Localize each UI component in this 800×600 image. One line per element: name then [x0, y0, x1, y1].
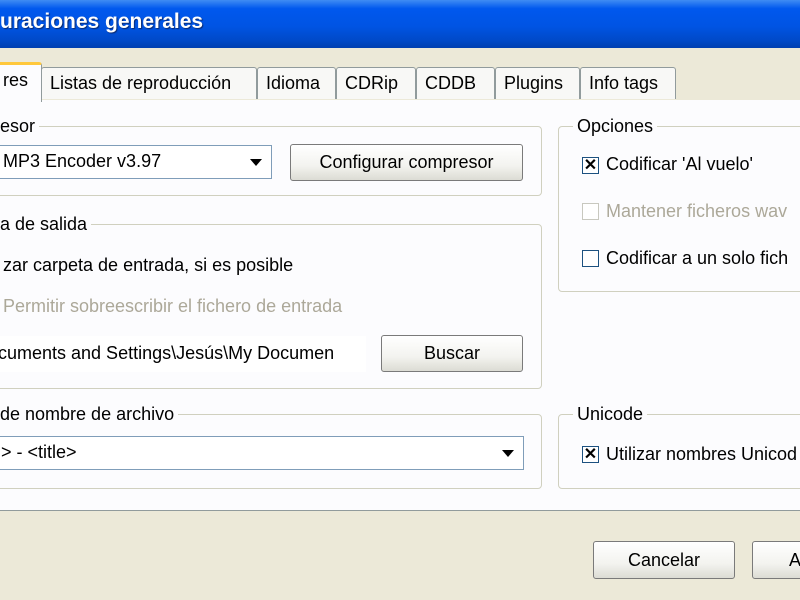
configure-compressor-button[interactable]: Configurar compresor: [290, 144, 523, 181]
window-title: uraciones generales: [0, 10, 204, 33]
tab-cdrip[interactable]: CDRip: [336, 67, 416, 99]
options-legend: Opciones: [573, 116, 658, 137]
tab-idioma[interactable]: Idioma: [257, 67, 336, 99]
compressor-value: MP3 Encoder v3.97: [3, 151, 162, 171]
browse-label: Buscar: [423, 343, 481, 363]
cancel-button[interactable]: Cancelar: [593, 541, 735, 579]
tab-cddb[interactable]: CDDB: [416, 67, 495, 99]
use-unicode-label[interactable]: Utilizar nombres Unicod: [606, 444, 797, 465]
filename-format-value: > - <title>: [1, 442, 77, 462]
accept-label: A: [789, 550, 800, 570]
keep-wav-label: Mantener ficheros wav: [606, 201, 788, 221]
filename-format-legend: de nombre de archivo: [0, 404, 179, 425]
cancel-label: Cancelar: [627, 550, 701, 570]
tab-compresores[interactable]: res: [0, 62, 42, 102]
tab-info-tags[interactable]: Info tags: [580, 67, 676, 99]
tab-label: CDDB: [425, 73, 477, 93]
filename-format-select[interactable]: > - <title>: [0, 436, 524, 470]
on-the-fly-checkbox[interactable]: ✕: [582, 157, 599, 174]
output-path-input[interactable]: cuments and Settings\Jesús\My Documen: [0, 336, 366, 372]
tab-label: CDRip: [345, 73, 399, 93]
output-path-value: cuments and Settings\Jesús\My Documen: [0, 343, 335, 363]
accept-button[interactable]: A: [752, 541, 800, 579]
on-the-fly-label[interactable]: Codificar 'Al vuelo': [606, 154, 753, 175]
configure-compressor-label: Configurar compresor: [319, 152, 494, 172]
title-bar[interactable]: uraciones generales: [0, 0, 800, 48]
compressor-select[interactable]: MP3 Encoder v3.97: [0, 145, 272, 179]
allow-overwrite-checkbox-label: Permitir sobreescribir el fichero de ent…: [3, 296, 343, 316]
tab-label: res: [3, 70, 29, 90]
tab-plugins[interactable]: Plugins: [495, 67, 580, 99]
keep-wav-checkbox: [582, 203, 599, 220]
chevron-down-icon[interactable]: [242, 147, 270, 177]
unicode-legend: Unicode: [573, 404, 648, 425]
chevron-down-icon[interactable]: [494, 438, 522, 468]
tab-label: Listas de reproducción: [50, 73, 232, 93]
single-file-label[interactable]: Codificar a un solo fich: [606, 248, 788, 269]
single-file-checkbox[interactable]: [582, 250, 599, 267]
tab-listas-de-reproduccion[interactable]: Listas de reproducción: [41, 67, 257, 99]
tab-label: Plugins: [504, 73, 564, 93]
use-input-folder-checkbox-label[interactable]: zar carpeta de entrada, si es posible: [3, 255, 293, 276]
use-unicode-checkbox[interactable]: ✕: [582, 446, 599, 463]
output-folder-legend: a de salida: [0, 214, 92, 235]
tab-label: Idioma: [266, 73, 321, 93]
tab-label: Info tags: [589, 73, 659, 93]
compressor-legend: esor: [0, 116, 40, 137]
browse-button[interactable]: Buscar: [381, 335, 523, 372]
